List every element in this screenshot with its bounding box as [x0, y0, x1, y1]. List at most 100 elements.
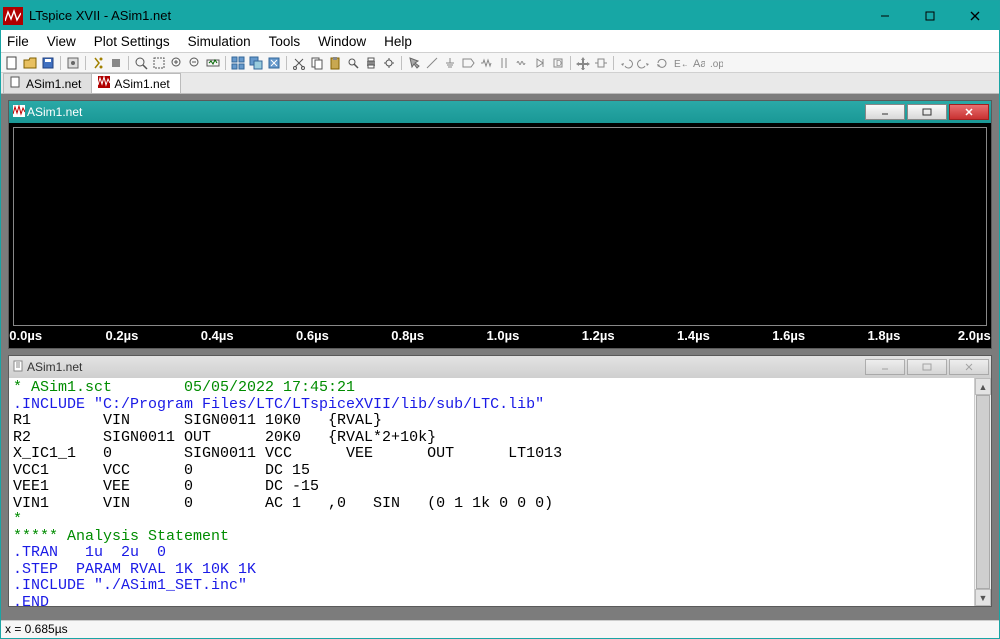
- svg-text:Aa: Aa: [693, 58, 705, 70]
- window-titlebar: LTspice XVII - ASim1.net: [1, 1, 999, 30]
- netlist-editor[interactable]: * ASim1.sct 05/05/2022 17:45:21 .INCLUDE…: [9, 378, 991, 606]
- inductor-icon[interactable]: [514, 55, 530, 71]
- menu-simulation[interactable]: Simulation: [188, 34, 251, 49]
- x-tick: 0.8µs: [391, 328, 424, 343]
- stop-icon[interactable]: [108, 55, 124, 71]
- close-all-icon[interactable]: [266, 55, 282, 71]
- run-icon[interactable]: [90, 55, 106, 71]
- waveform-icon: [13, 105, 25, 120]
- window-title: LTspice XVII - ASim1.net: [29, 8, 862, 23]
- x-tick: 0.6µs: [296, 328, 329, 343]
- cursor-position: x = 0.685µs: [5, 622, 68, 636]
- x-axis[interactable]: 0.0µs 0.2µs 0.4µs 0.6µs 0.8µs 1.0µs 1.2µ…: [9, 328, 991, 346]
- netlist-window-titlebar[interactable]: ASim1.net: [9, 356, 991, 378]
- menu-file[interactable]: File: [7, 34, 29, 49]
- mdi-maximize-button[interactable]: [907, 359, 947, 375]
- mdi-close-button[interactable]: [949, 359, 989, 375]
- spice-directive-icon[interactable]: .op: [708, 55, 724, 71]
- save-icon[interactable]: [40, 55, 56, 71]
- zoom-out-icon[interactable]: [187, 55, 203, 71]
- menu-window[interactable]: Window: [318, 34, 366, 49]
- redo-icon[interactable]: [636, 55, 652, 71]
- x-tick: 1.8µs: [868, 328, 901, 343]
- status-bar: x = 0.685µs: [1, 620, 999, 638]
- ground-icon[interactable]: [442, 55, 458, 71]
- label-icon[interactable]: [460, 55, 476, 71]
- find-icon[interactable]: [345, 55, 361, 71]
- print-icon[interactable]: [363, 55, 379, 71]
- component-icon[interactable]: D: [550, 55, 566, 71]
- menubar: File View Plot Settings Simulation Tools…: [1, 30, 999, 53]
- tab-label: ASim1.net: [114, 77, 169, 91]
- netlist-window-title: ASim1.net: [25, 360, 865, 374]
- toolbar: D E↔ƎE Aa .op: [1, 53, 999, 73]
- netlist-content[interactable]: * ASim1.sct 05/05/2022 17:45:21 .INCLUDE…: [9, 378, 991, 613]
- x-tick: 1.0µs: [487, 328, 520, 343]
- tab-label: ASim1.net: [26, 77, 81, 91]
- zoom-in-icon[interactable]: [169, 55, 185, 71]
- tab-asim1-waveform[interactable]: ASim1.net: [91, 73, 180, 93]
- waveform-plot-area[interactable]: 0.0µs 0.2µs 0.4µs 0.6µs 0.8µs 1.0µs 1.2µ…: [9, 123, 991, 348]
- vertical-scrollbar[interactable]: ▲ ▼: [974, 378, 991, 606]
- maximize-button[interactable]: [907, 6, 952, 26]
- x-tick: 0.2µs: [106, 328, 139, 343]
- x-tick: 0.4µs: [201, 328, 234, 343]
- waveform-window-titlebar[interactable]: ASim1.net: [9, 101, 991, 123]
- app-icon: [3, 7, 23, 25]
- waveform-window-title: ASim1.net: [25, 105, 865, 119]
- mirror-icon[interactable]: E↔ƎE: [672, 55, 688, 71]
- scroll-track[interactable]: [975, 395, 991, 589]
- x-tick: 0.0µs: [9, 328, 42, 343]
- mdi-close-button[interactable]: [949, 104, 989, 120]
- svg-text:D: D: [556, 59, 562, 68]
- x-tick: 1.6µs: [772, 328, 805, 343]
- svg-text:E↔ƎE: E↔ƎE: [674, 59, 687, 70]
- resistor-icon[interactable]: [478, 55, 494, 71]
- scroll-up-button[interactable]: ▲: [975, 378, 991, 395]
- scroll-thumb[interactable]: [976, 395, 990, 589]
- netlist-window: ASim1.net * ASim1.sct 05/05/2022 17:45:2…: [8, 355, 992, 607]
- waveform-icon: [98, 76, 110, 91]
- document-icon: [10, 76, 22, 91]
- menu-tools[interactable]: Tools: [269, 34, 301, 49]
- mdi-maximize-button[interactable]: [907, 104, 947, 120]
- minimize-button[interactable]: [862, 6, 907, 26]
- x-tick: 1.2µs: [582, 328, 615, 343]
- mdi-minimize-button[interactable]: [865, 104, 905, 120]
- pan-icon[interactable]: [151, 55, 167, 71]
- mdi-workspace: ASim1.net 0.0µs 0.2µs 0.4µs 0.6µs 0.8µs …: [1, 94, 999, 620]
- copy-icon[interactable]: [309, 55, 325, 71]
- rotate-icon[interactable]: [654, 55, 670, 71]
- zoom-area-icon[interactable]: [133, 55, 149, 71]
- drag-icon[interactable]: [593, 55, 609, 71]
- setup-icon[interactable]: [381, 55, 397, 71]
- pick-icon[interactable]: [406, 55, 422, 71]
- mdi-minimize-button[interactable]: [865, 359, 905, 375]
- undo-icon[interactable]: [618, 55, 634, 71]
- cascade-icon[interactable]: [248, 55, 264, 71]
- close-button[interactable]: [952, 6, 997, 26]
- open-icon[interactable]: [22, 55, 38, 71]
- svg-text:.op: .op: [710, 59, 723, 70]
- wire-icon[interactable]: [424, 55, 440, 71]
- document-icon: [13, 360, 25, 375]
- capacitor-icon[interactable]: [496, 55, 512, 71]
- cut-icon[interactable]: [291, 55, 307, 71]
- menu-help[interactable]: Help: [384, 34, 412, 49]
- new-schematic-icon[interactable]: [4, 55, 20, 71]
- x-tick: 2.0µs: [958, 328, 991, 343]
- text-icon[interactable]: Aa: [690, 55, 706, 71]
- paste-icon[interactable]: [327, 55, 343, 71]
- control-panel-icon[interactable]: [65, 55, 81, 71]
- document-tabs: ASim1.net ASim1.net: [1, 73, 999, 94]
- autorange-icon[interactable]: [205, 55, 221, 71]
- menu-view[interactable]: View: [47, 34, 76, 49]
- move-icon[interactable]: [575, 55, 591, 71]
- x-tick: 1.4µs: [677, 328, 710, 343]
- scroll-down-button[interactable]: ▼: [975, 589, 991, 606]
- diode-icon[interactable]: [532, 55, 548, 71]
- waveform-window: ASim1.net 0.0µs 0.2µs 0.4µs 0.6µs 0.8µs …: [8, 100, 992, 349]
- tile-icon[interactable]: [230, 55, 246, 71]
- tab-asim1-netlist[interactable]: ASim1.net: [3, 73, 92, 93]
- menu-plot-settings[interactable]: Plot Settings: [94, 34, 170, 49]
